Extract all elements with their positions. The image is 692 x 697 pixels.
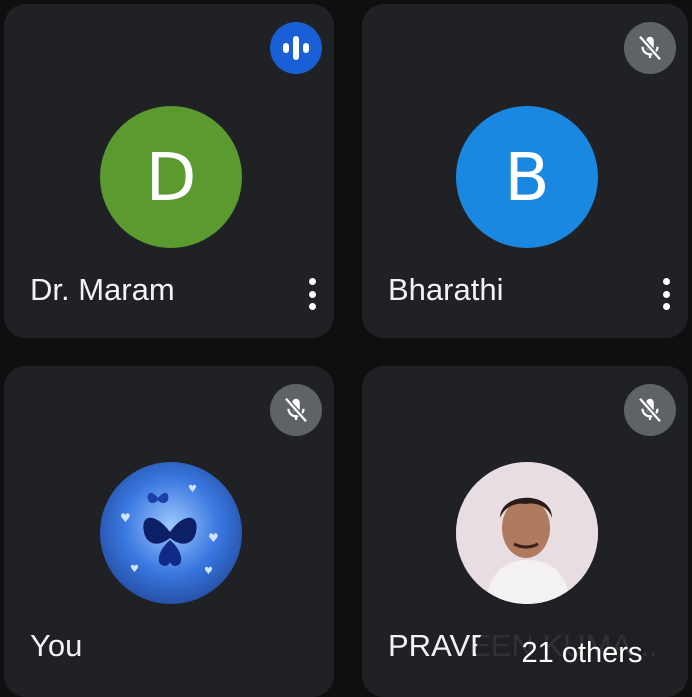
- svg-text:♥: ♥: [208, 531, 219, 545]
- svg-text:♥: ♥: [188, 484, 197, 495]
- more-vert-icon[interactable]: [654, 274, 678, 314]
- participant-tile-dr-maram[interactable]: D Dr. Maram: [4, 4, 334, 338]
- mic-off-icon: [638, 35, 662, 61]
- others-count-button[interactable]: 21 others: [476, 620, 688, 686]
- svg-text:♥: ♥: [130, 564, 139, 575]
- speaking-indicator: [270, 22, 322, 74]
- muted-indicator: [624, 384, 676, 436]
- mic-off-icon: [284, 397, 308, 423]
- mic-off-icon: [638, 397, 662, 423]
- participant-tile-bharathi[interactable]: B Bharathi: [362, 4, 688, 338]
- participant-name: You: [30, 628, 83, 663]
- avatar: [456, 462, 598, 604]
- avatar: B: [456, 106, 598, 248]
- muted-indicator: [270, 384, 322, 436]
- person-photo: [456, 462, 598, 604]
- more-vert-icon[interactable]: [300, 274, 324, 314]
- muted-indicator: [624, 22, 676, 74]
- svg-text:♥: ♥: [204, 566, 213, 577]
- avatar: D: [100, 106, 242, 248]
- avatar-initial: B: [504, 138, 550, 216]
- butterfly-icon: ♥ ♥ ♥ ♥ ♥: [120, 484, 219, 577]
- avatar-initial: D: [145, 138, 197, 216]
- avatar: ♥ ♥ ♥ ♥ ♥: [100, 462, 242, 604]
- participant-name: Dr. Maram: [30, 272, 175, 307]
- audio-level-icon: [283, 36, 309, 60]
- participant-name: Bharathi: [388, 272, 504, 307]
- svg-text:♥: ♥: [120, 511, 131, 525]
- participant-grid: D Dr. Maram B Bharathi ♥ ♥ ♥ ♥ ♥ You PRA…: [0, 0, 692, 697]
- participant-tile-you[interactable]: ♥ ♥ ♥ ♥ ♥ You: [4, 366, 334, 697]
